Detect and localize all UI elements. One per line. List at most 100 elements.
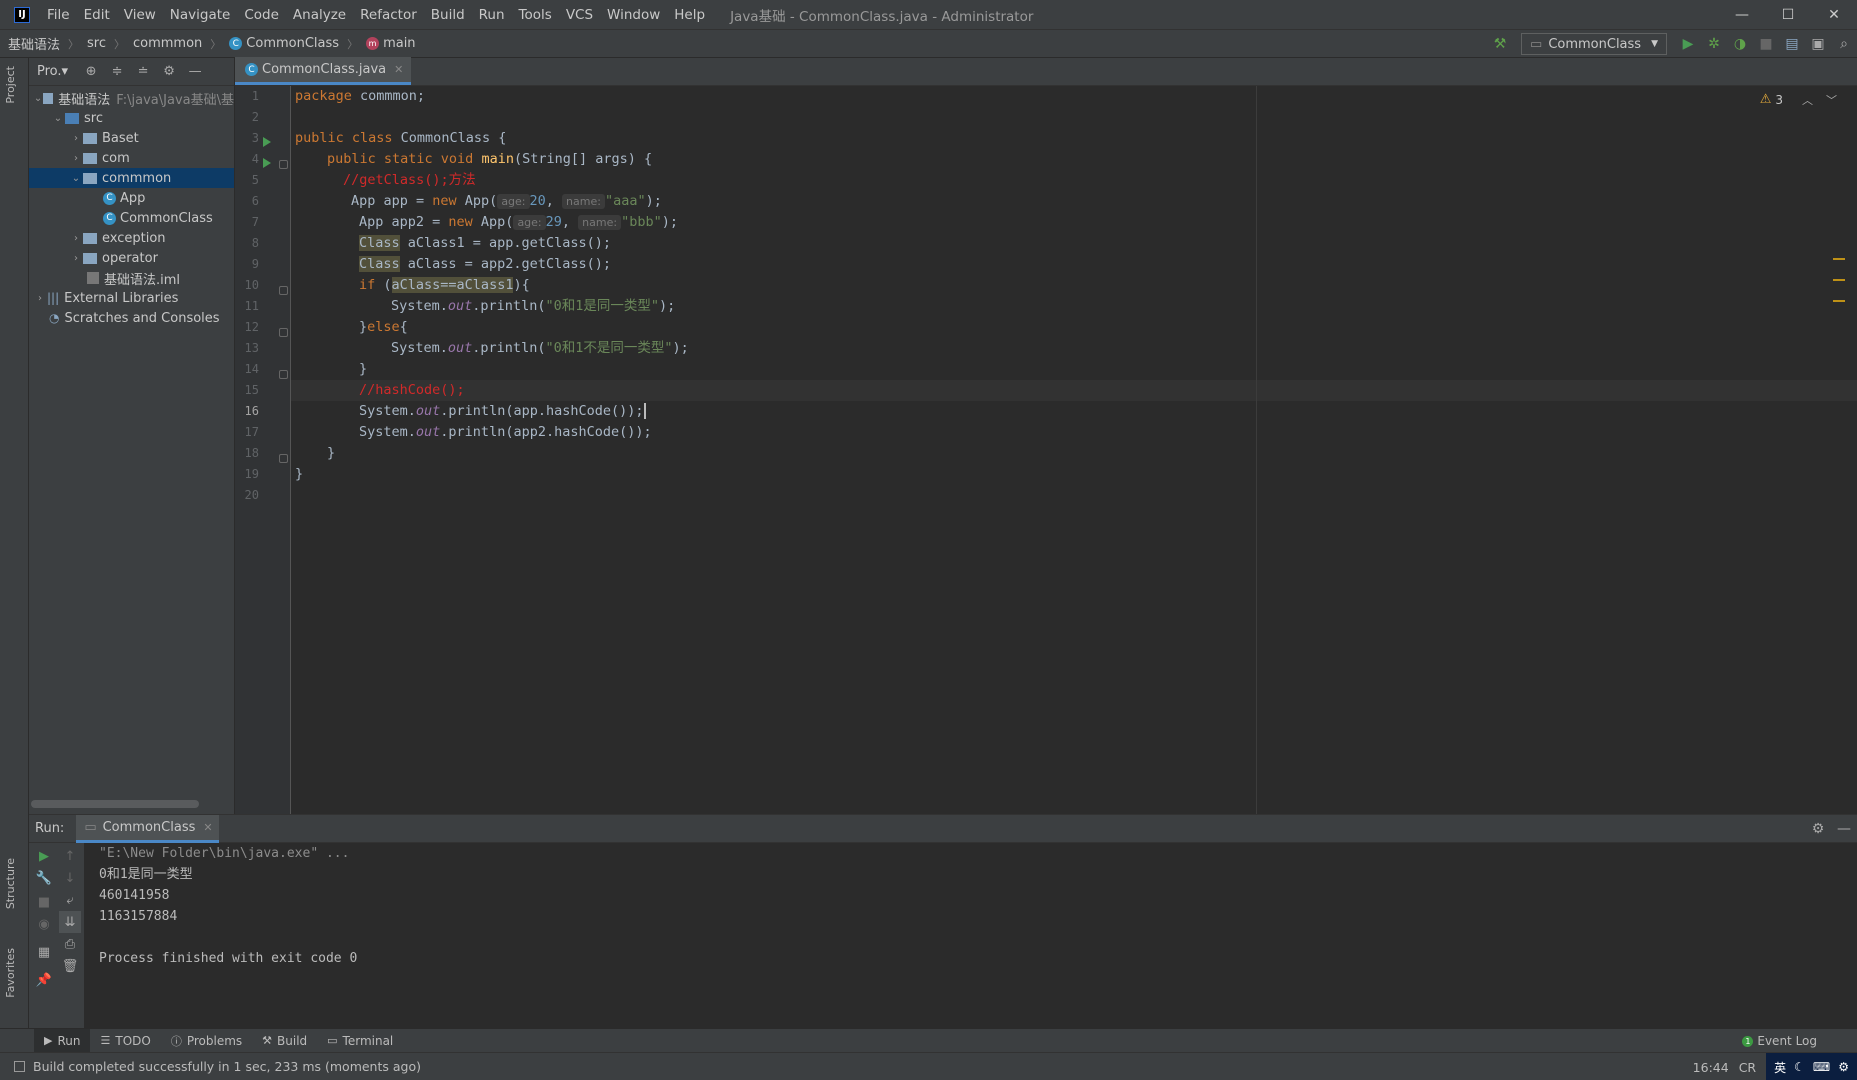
menu-refactor[interactable]: Refactor [353,0,424,30]
menu-run[interactable]: Run [472,0,512,30]
close-icon[interactable]: ✕ [203,821,212,834]
warning-stripe-marker[interactable] [1833,258,1845,260]
menu-window[interactable]: Window [600,0,667,30]
keyboard-icon[interactable]: ⌨ [1813,1060,1830,1074]
run-class-gutter-icon[interactable] [263,137,271,147]
warning-stripe-marker[interactable] [1833,300,1845,302]
moon-icon[interactable]: ☾ [1794,1060,1805,1074]
locate-icon[interactable]: ⊕ [78,59,104,85]
build-hammer-icon[interactable]: ⚒ [1487,31,1513,57]
code-area[interactable]: package commmon; public class CommonClas… [295,86,1795,814]
stop-icon[interactable]: ■ [33,891,55,913]
soft-wrap-icon[interactable]: ⤶ [59,889,81,911]
gear-icon[interactable]: ⚙ [1805,816,1831,842]
stop-icon[interactable]: ■ [1753,31,1779,57]
fold-marker-icon[interactable] [279,328,288,337]
menu-help[interactable]: Help [667,0,712,30]
toolwindow-todo[interactable]: ☰ TODO [90,1029,160,1053]
minimize-button[interactable]: — [1719,0,1765,30]
breadcrumb-method[interactable]: m main [358,36,416,51]
console-output[interactable]: "E:\New Folder\bin\java.exe" ... 0和1是同一类… [99,843,1799,1029]
tree-external-libraries[interactable]: › ||| External Libraries [29,288,234,308]
menu-analyze[interactable]: Analyze [286,0,353,30]
layout-icon[interactable]: ▣ [1805,31,1831,57]
horizontal-scrollbar[interactable] [31,800,199,808]
tree-iml[interactable]: 基础语法.iml [29,268,234,288]
chevron-up-icon[interactable]: ︿ [1802,92,1813,108]
menu-vcs[interactable]: VCS [559,0,600,30]
fold-marker-icon[interactable] [279,286,288,295]
project-view-dropdown[interactable]: Pro.▾ [37,64,68,79]
tree-exception[interactable]: › exception [29,228,234,248]
fold-marker-icon[interactable] [279,370,288,379]
coverage-icon[interactable]: ◑ [1727,31,1753,57]
project-tool-tab[interactable]: Project [4,66,17,104]
breadcrumb-src[interactable]: src 〉 [79,36,125,52]
status-message[interactable]: Build completed successfully in 1 sec, 2… [33,1059,421,1074]
favorites-tool-tab[interactable]: Favorites [4,948,17,998]
toolwindow-problems[interactable]: ⓘ Problems [161,1029,252,1053]
tree-commmon[interactable]: ⌄ commmon [29,168,234,188]
breadcrumb-package[interactable]: commmon 〉 [125,36,221,52]
menu-file[interactable]: File [40,0,77,30]
camera-icon[interactable]: ◉ [33,913,55,935]
chevron-down-icon[interactable]: ﹀ [1826,92,1837,108]
menu-tools[interactable]: Tools [512,0,559,30]
menu-view[interactable]: View [117,0,163,30]
fold-marker-icon[interactable] [279,454,288,463]
layout-icon[interactable]: ▦ [33,941,55,963]
pin-icon[interactable]: 📌 [33,969,55,991]
toolwindow-terminal[interactable]: ▭ Terminal [317,1029,403,1053]
ime-indicator[interactable]: 英 [1774,1059,1786,1076]
tree-scratches[interactable]: ◔ Scratches and Consoles [29,308,234,328]
inspection-widget[interactable]: ⚠ 3 [1760,92,1783,107]
editor-tab-commonclass[interactable]: C CommonClass.java ✕ [235,57,412,85]
tree-baset[interactable]: › Baset [29,128,234,148]
close-icon[interactable]: ✕ [394,63,403,76]
project-structure-icon[interactable]: ▤ [1779,31,1805,57]
line-separator[interactable]: CR [1739,1060,1756,1075]
warning-stripe-marker[interactable] [1833,279,1845,281]
menu-code[interactable]: Code [237,0,286,30]
menu-navigate[interactable]: Navigate [163,0,238,30]
status-icon[interactable] [14,1061,25,1072]
breadcrumb-class[interactable]: C CommonClass 〉 [221,36,358,52]
cursor-position[interactable]: 16:44 [1693,1060,1729,1075]
debug-icon[interactable]: ✲ [1701,31,1727,57]
expand-all-icon[interactable]: ≑ [104,59,130,85]
toolwindow-build[interactable]: ⚒ Build [252,1029,317,1053]
run-configuration-dropdown[interactable]: ▭ CommonClass ▼ [1521,33,1667,55]
tree-operator[interactable]: › operator [29,248,234,268]
tree-root[interactable]: ⌄ 基础语法 F:\java\Java基础\基 [29,88,234,108]
hide-icon[interactable]: — [182,59,208,85]
scroll-to-end-icon[interactable]: ⇊ [59,911,81,933]
trash-icon[interactable]: 🗑 [59,955,81,977]
wrench-icon[interactable]: 🔧 [33,867,55,889]
tree-commonclass[interactable]: C CommonClass [29,208,234,228]
close-button[interactable]: ✕ [1811,0,1857,30]
arrow-up-icon[interactable]: ↑ [59,845,81,867]
hide-icon[interactable]: — [1831,816,1857,842]
fold-marker-icon[interactable] [279,160,288,169]
tree-com[interactable]: › com [29,148,234,168]
menu-edit[interactable]: Edit [77,0,117,30]
tree-app[interactable]: C App [29,188,234,208]
gear-icon[interactable]: ⚙ [156,59,182,85]
line-number: 3 [251,131,259,145]
toolwindow-run[interactable]: ▶ Run [34,1028,91,1053]
menu-build[interactable]: Build [424,0,472,30]
run-icon[interactable]: ▶ [1675,31,1701,57]
settings-icon[interactable]: ⚙ [1838,1060,1849,1074]
event-log-button[interactable]: 1 Event Log [1742,1029,1817,1053]
run-tab-commonclass[interactable]: ▭ CommonClass ✕ [76,814,219,843]
run-main-gutter-icon[interactable] [263,158,271,168]
rerun-icon[interactable]: ▶ [33,845,55,867]
breadcrumb-project[interactable]: 基础语法〉 [0,34,79,54]
maximize-button[interactable]: ☐ [1765,0,1811,30]
search-icon[interactable]: ⌕ [1831,31,1857,57]
structure-tool-tab[interactable]: Structure [4,858,17,909]
tree-src[interactable]: ⌄ src [29,108,234,128]
collapse-all-icon[interactable]: ≐ [130,59,156,85]
arrow-down-icon[interactable]: ↓ [59,867,81,889]
print-icon[interactable]: ⎙ [59,933,81,955]
